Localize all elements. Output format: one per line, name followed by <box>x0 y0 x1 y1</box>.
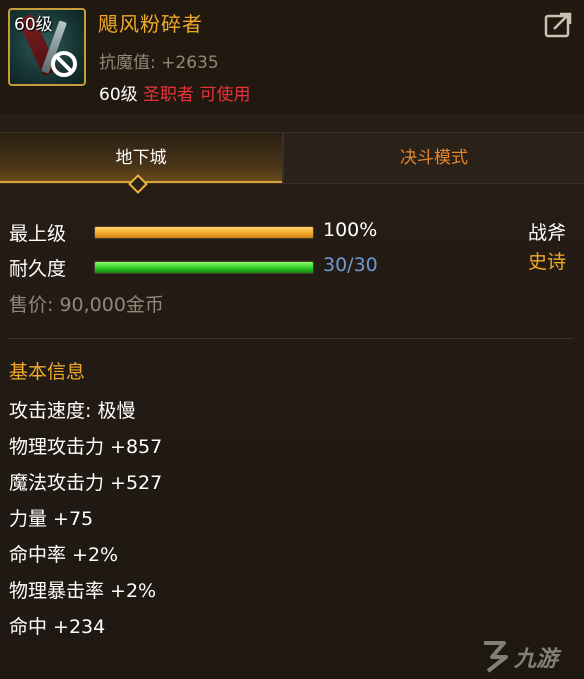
section-divider <box>8 338 574 339</box>
grade-bar <box>94 226 314 239</box>
stat-row: 物理暴击率 +2% <box>9 580 157 602</box>
magic-resist-line: 抗魔值: +2635 <box>99 48 219 73</box>
level-badge: 60级 <box>14 15 53 35</box>
stat-row: 命中率 +2% <box>9 544 119 566</box>
grade-label: 最上级 <box>9 223 67 245</box>
price-label: 售价: <box>9 294 54 316</box>
durability-value: 30/30 <box>323 254 378 276</box>
sell-price: 售价: 90,000金币 <box>9 290 164 317</box>
price-value: 90,000金币 <box>59 294 164 316</box>
durability-bar-fill <box>95 262 313 273</box>
required-class: 圣职者 <box>143 85 195 105</box>
requirement-line: 60级 圣职者 可使用 <box>99 80 250 105</box>
resist-label: 抗魔值: <box>99 53 156 73</box>
item-tooltip-panel: 60级 飓风粉碎者 抗魔值: +2635 60级 圣职者 可使用 地下城 决斗模… <box>0 0 584 679</box>
tab-duel[interactable]: 决斗模式 <box>284 133 584 183</box>
watermark-text: 九游 <box>514 647 559 672</box>
required-level: 60级 <box>99 85 138 105</box>
share-icon[interactable] <box>544 10 574 38</box>
durability-bar <box>94 261 314 274</box>
usable-status: 可使用 <box>199 85 251 105</box>
item-name: 飓风粉碎者 <box>98 12 203 36</box>
item-header: 60级 飓风粉碎者 抗魔值: +2635 60级 圣职者 可使用 <box>0 0 584 114</box>
weapon-icon[interactable]: 60级 <box>8 8 86 86</box>
tab-dungeon[interactable]: 地下城 <box>0 133 282 183</box>
mode-tabs: 地下城 决斗模式 <box>0 132 584 184</box>
resist-value: +2635 <box>161 53 219 73</box>
stat-row: 力量 +75 <box>9 508 94 530</box>
grade-bar-fill <box>95 227 313 238</box>
stat-row: 魔法攻击力 +527 <box>9 472 163 494</box>
stat-row: 物理攻击力 +857 <box>9 436 163 458</box>
stat-row: 命中 +234 <box>9 616 106 638</box>
durability-label: 耐久度 <box>9 258 67 280</box>
jiuyou-logo: 九游 <box>478 637 578 675</box>
basic-info-title: 基本信息 <box>9 361 86 383</box>
jiuyou-logo-mark <box>484 641 508 673</box>
rarity-label: 史诗 <box>527 251 566 273</box>
weapon-type: 战斧 <box>527 222 566 244</box>
stat-row: 攻击速度: 极慢 <box>9 400 136 422</box>
forbidden-icon <box>51 51 77 77</box>
grade-value: 100% <box>323 219 378 241</box>
